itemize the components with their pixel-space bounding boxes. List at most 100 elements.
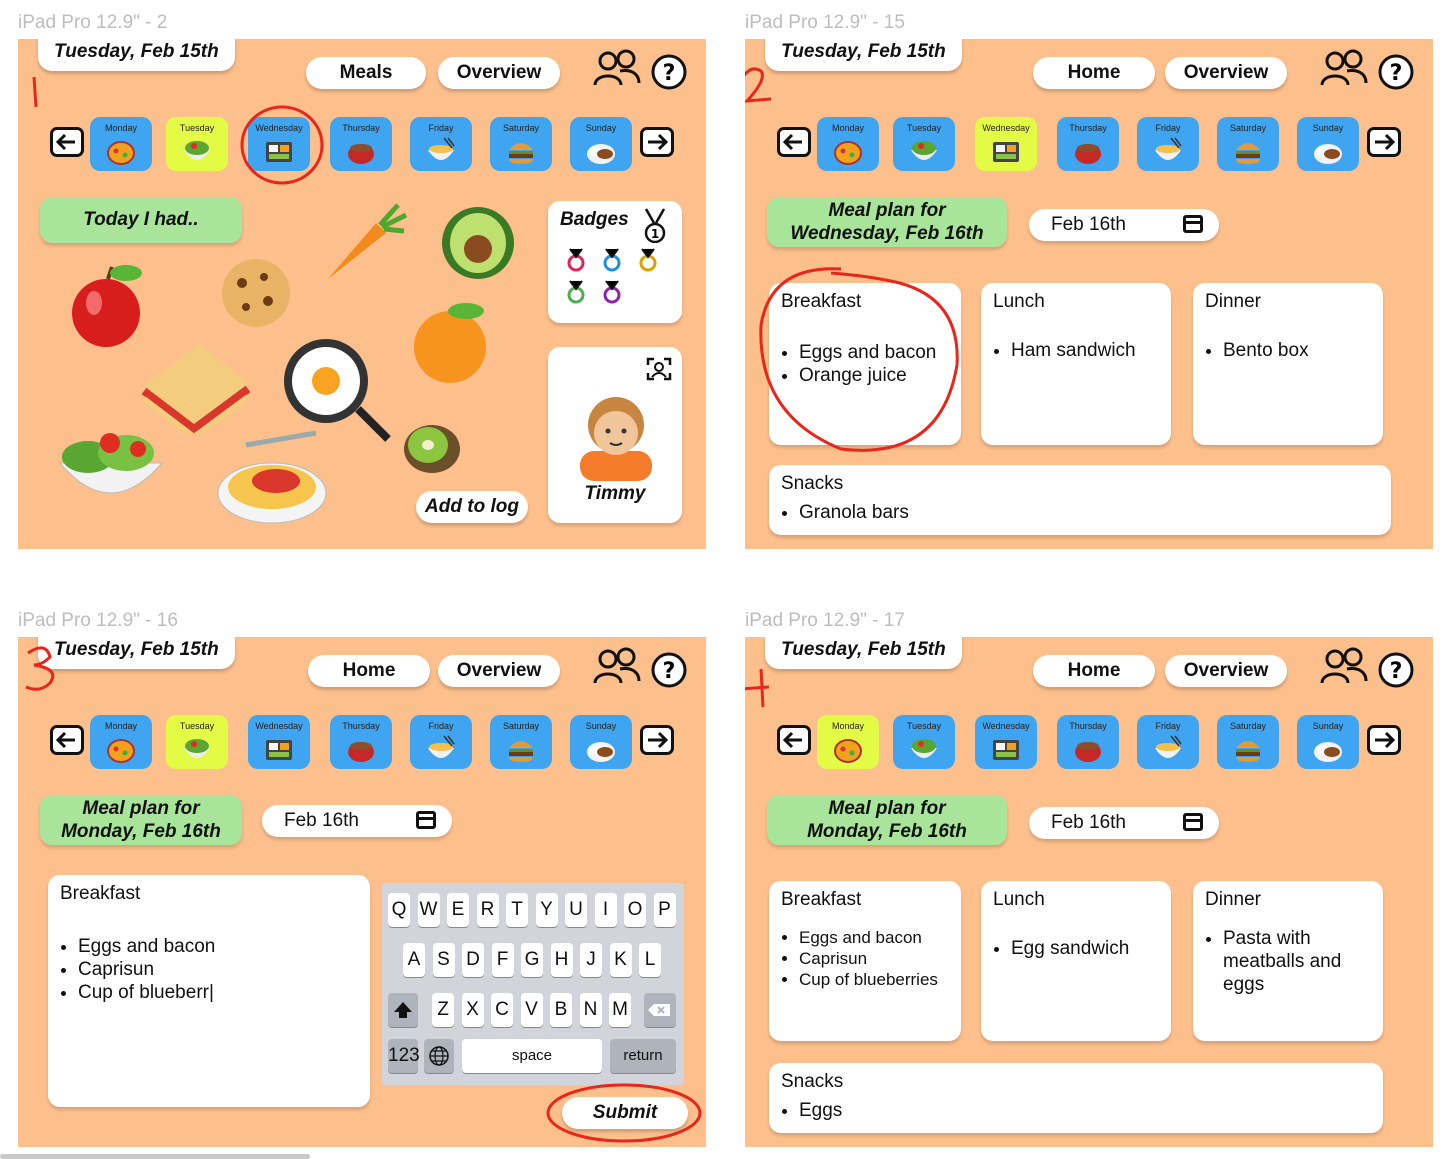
horizontal-scrollbar[interactable] <box>0 1154 310 1159</box>
orange-icon[interactable] <box>408 297 492 387</box>
breakfast-list[interactable]: Eggs and baconCaprisunCup of blueberr| <box>60 935 358 1004</box>
prev-week-button[interactable] <box>777 127 811 157</box>
overview-button[interactable]: Overview <box>1165 57 1287 89</box>
key-h[interactable]: H <box>550 943 573 977</box>
prev-week-button[interactable] <box>50 725 84 755</box>
kiwi-icon[interactable] <box>400 417 464 479</box>
next-week-button[interactable] <box>1367 127 1401 157</box>
overview-button[interactable]: Overview <box>1165 655 1287 687</box>
shift-key[interactable] <box>388 993 418 1027</box>
next-week-button[interactable] <box>1367 725 1401 755</box>
key-v[interactable]: V <box>520 993 543 1027</box>
day-tile-monday[interactable]: Monday <box>90 117 152 171</box>
key-i[interactable]: I <box>594 893 617 927</box>
key-x[interactable]: X <box>461 993 484 1027</box>
globe-key[interactable] <box>424 1039 454 1073</box>
dinner-card[interactable]: Dinner Bento box <box>1193 283 1383 445</box>
day-tile-sunday[interactable]: Sunday <box>570 117 632 171</box>
day-tile-friday[interactable]: Friday <box>410 117 472 171</box>
day-tile-thursday[interactable]: Thursday <box>330 117 392 171</box>
day-tile-tuesday[interactable]: Tuesday <box>166 715 228 769</box>
help-icon[interactable]: ? <box>1377 651 1415 689</box>
day-tile-saturday[interactable]: Saturday <box>490 117 552 171</box>
day-tile-sunday[interactable]: Sunday <box>1297 715 1359 769</box>
day-tile-saturday[interactable]: Saturday <box>1217 715 1279 769</box>
day-tile-saturday[interactable]: Saturday <box>1217 117 1279 171</box>
key-p[interactable]: P <box>653 893 676 927</box>
day-tile-monday[interactable]: Monday <box>817 715 879 769</box>
day-tile-saturday[interactable]: Saturday <box>490 715 552 769</box>
key-u[interactable]: U <box>565 893 587 927</box>
key-z[interactable]: Z <box>432 993 454 1027</box>
key-y[interactable]: Y <box>535 893 558 927</box>
day-tile-monday[interactable]: Monday <box>817 117 879 171</box>
users-icon[interactable] <box>1319 49 1369 89</box>
profile-card[interactable]: Timmy <box>548 347 682 523</box>
lunch-card[interactable]: Lunch Egg sandwich <box>981 881 1171 1041</box>
meals-button[interactable]: Meals <box>306 57 426 89</box>
users-icon[interactable] <box>592 647 642 687</box>
spaghetti-icon[interactable] <box>216 427 332 525</box>
salad-icon[interactable] <box>54 423 168 509</box>
calendar-icon[interactable] <box>1183 813 1203 831</box>
users-icon[interactable] <box>1319 647 1369 687</box>
snacks-card[interactable]: Snacks Granola bars <box>769 465 1391 535</box>
avocado-icon[interactable] <box>434 203 520 285</box>
help-icon[interactable]: ? <box>1377 53 1415 91</box>
home-button[interactable]: Home <box>308 655 430 687</box>
date-picker-field[interactable]: Feb 16th <box>262 805 452 837</box>
day-tile-thursday[interactable]: Thursday <box>1057 117 1119 171</box>
key-s[interactable]: S <box>432 943 455 977</box>
key-q[interactable]: Q <box>388 893 410 927</box>
prev-week-button[interactable] <box>50 127 84 157</box>
key-j[interactable]: J <box>580 943 602 977</box>
day-tile-tuesday[interactable]: Tuesday <box>893 715 955 769</box>
overview-button[interactable]: Overview <box>438 57 560 89</box>
key-t[interactable]: T <box>506 893 528 927</box>
key-c[interactable]: C <box>491 993 513 1027</box>
key-b[interactable]: B <box>550 993 572 1027</box>
day-tile-friday[interactable]: Friday <box>410 715 472 769</box>
day-tile-friday[interactable]: Friday <box>1137 117 1199 171</box>
day-tile-monday[interactable]: Monday <box>90 715 152 769</box>
carrot-icon[interactable] <box>324 201 408 283</box>
key-g[interactable]: G <box>521 943 543 977</box>
add-to-log-button[interactable]: Add to log <box>416 491 528 523</box>
date-picker-field[interactable]: Feb 16th <box>1029 209 1219 241</box>
cookie-icon[interactable] <box>216 257 296 329</box>
day-tile-thursday[interactable]: Thursday <box>1057 715 1119 769</box>
key-o[interactable]: O <box>624 893 646 927</box>
key-w[interactable]: W <box>417 893 440 927</box>
date-picker-field[interactable]: Feb 16th <box>1029 807 1219 839</box>
face-scan-icon[interactable] <box>646 357 672 381</box>
backspace-key[interactable] <box>644 993 676 1027</box>
breakfast-editor[interactable]: Breakfast Eggs and baconCaprisunCup of b… <box>48 875 370 1107</box>
space-key[interactable]: space <box>462 1039 602 1073</box>
breakfast-card[interactable]: Breakfast Eggs and baconOrange juice <box>769 283 961 445</box>
day-tile-wednesday[interactable]: Wednesday <box>975 715 1037 769</box>
help-icon[interactable]: ? <box>650 651 688 689</box>
key-e[interactable]: E <box>447 893 469 927</box>
return-key[interactable]: return <box>610 1039 676 1073</box>
day-tile-wednesday[interactable]: Wednesday <box>975 117 1037 171</box>
day-tile-thursday[interactable]: Thursday <box>330 715 392 769</box>
next-week-button[interactable] <box>640 725 674 755</box>
key-f[interactable]: F <box>491 943 514 977</box>
calendar-icon[interactable] <box>416 811 436 829</box>
day-tile-tuesday[interactable]: Tuesday <box>166 117 228 171</box>
day-tile-wednesday[interactable]: Wednesday <box>248 715 310 769</box>
home-button[interactable]: Home <box>1033 57 1155 89</box>
key-d[interactable]: D <box>462 943 484 977</box>
lunch-card[interactable]: Lunch Ham sandwich <box>981 283 1171 445</box>
day-tile-wednesday[interactable]: Wednesday <box>248 117 310 171</box>
calendar-icon[interactable] <box>1183 215 1203 233</box>
submit-button[interactable]: Submit <box>562 1097 688 1129</box>
day-tile-tuesday[interactable]: Tuesday <box>893 117 955 171</box>
home-button[interactable]: Home <box>1033 655 1155 687</box>
key-n[interactable]: N <box>579 993 602 1027</box>
users-icon[interactable] <box>592 49 642 89</box>
key-k[interactable]: K <box>609 943 632 977</box>
help-icon[interactable]: ? <box>650 53 688 91</box>
sandwich-icon[interactable] <box>136 335 252 433</box>
day-tile-sunday[interactable]: Sunday <box>570 715 632 769</box>
